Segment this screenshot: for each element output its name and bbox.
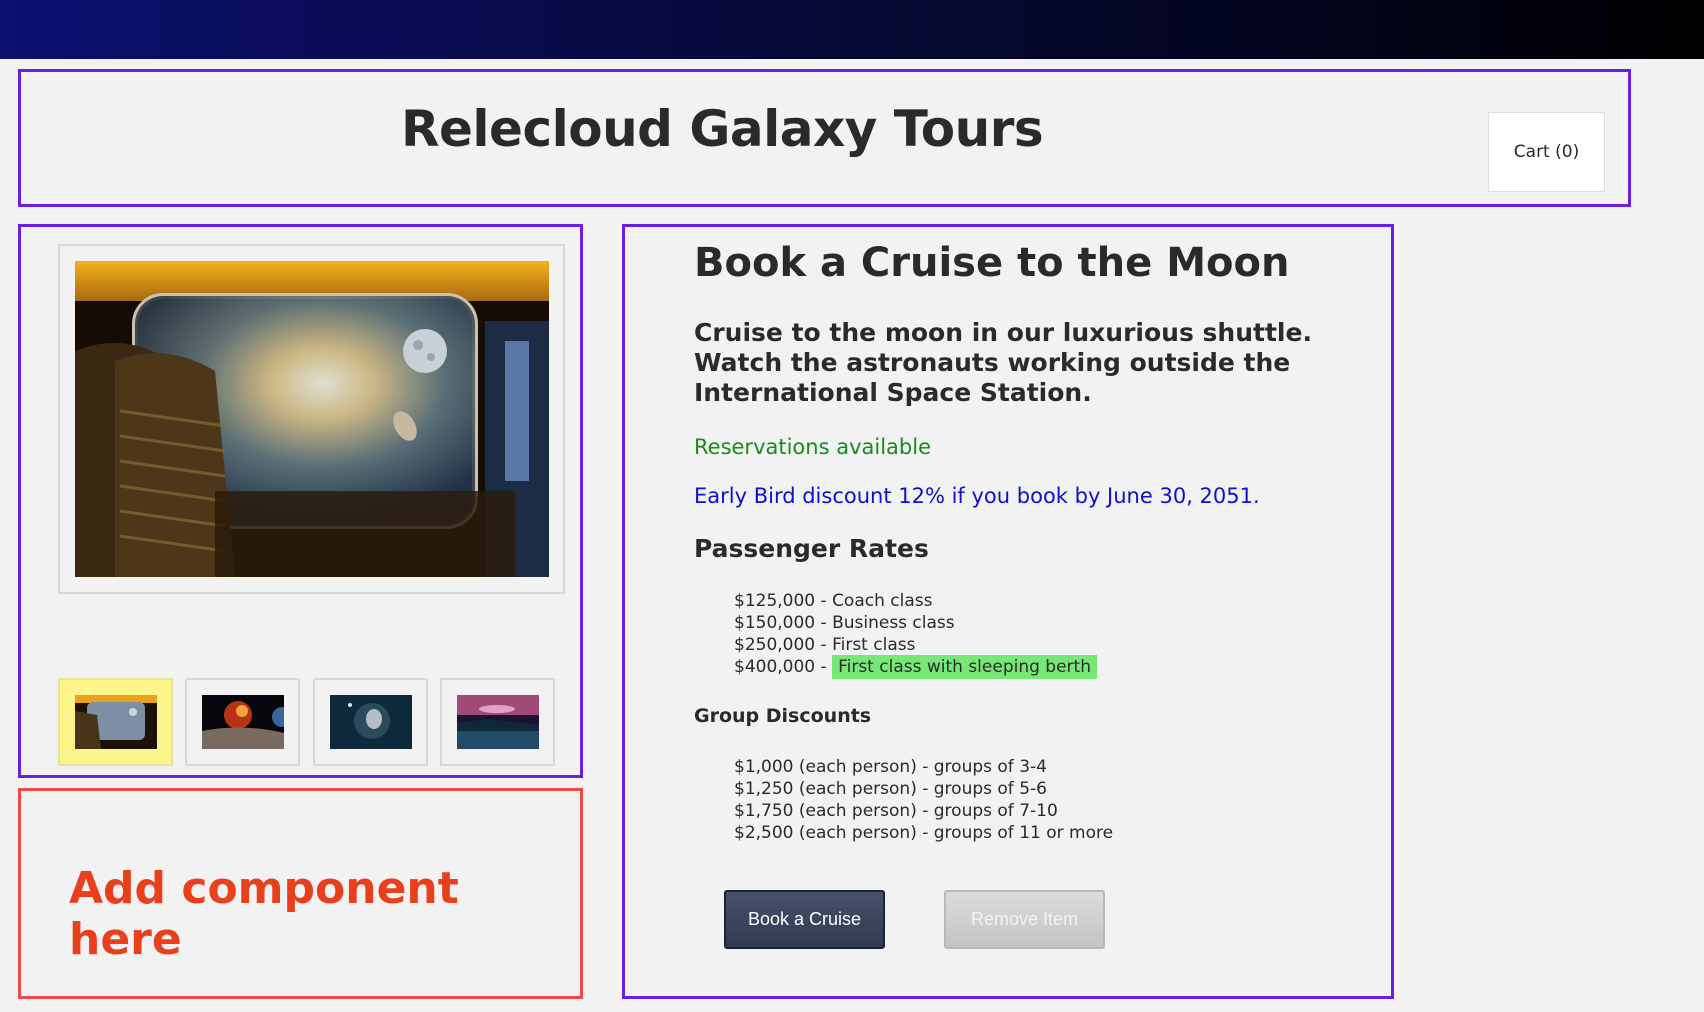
thumbnail-image	[457, 695, 539, 749]
thumbnail-4[interactable]	[440, 678, 555, 766]
book-cruise-button[interactable]: Book a Cruise	[724, 890, 885, 949]
cart-button[interactable]: Cart (0)	[1488, 112, 1605, 192]
thumbnail-image	[75, 695, 157, 749]
main-image-frame	[58, 244, 565, 594]
rate-item: $400,000 - First class with sleeping ber…	[734, 655, 1097, 679]
rate-item: $150,000 - Business class	[734, 613, 955, 633]
rate-item: $125,000 - Coach class	[734, 591, 933, 611]
placeholder-text: Add component here	[69, 863, 459, 965]
group-discount-item: $2,500 (each person) - groups of 11 or m…	[734, 823, 1114, 843]
early-bird-discount: Early Bird discount 12% if you book by J…	[694, 484, 1260, 508]
group-discounts-list: $1,000 (each person) - groups of 3-4 $1,…	[734, 756, 1113, 844]
passenger-rates-heading: Passenger Rates	[694, 534, 929, 563]
highlighted-rate: First class with sleeping berth	[832, 655, 1097, 679]
group-discount-item: $1,250 (each person) - groups of 5-6	[734, 779, 1047, 799]
top-nav-bar	[0, 0, 1704, 59]
thumbnail-image	[330, 695, 412, 749]
product-description: Cruise to the moon in our luxurious shut…	[694, 318, 1312, 407]
group-discounts-heading: Group Discounts	[694, 705, 872, 727]
remove-item-button[interactable]: Remove Item	[944, 890, 1105, 949]
site-header: Relecloud Galaxy Tours Cart (0)	[18, 69, 1631, 207]
thumbnail-1[interactable]	[58, 678, 173, 766]
image-gallery	[18, 224, 583, 778]
site-title: Relecloud Galaxy Tours	[401, 100, 1044, 158]
thumbnail-2[interactable]	[185, 678, 300, 766]
rate-item: $250,000 - First class	[734, 635, 916, 655]
thumbnail-image	[202, 695, 284, 749]
thumbnail-3[interactable]	[313, 678, 428, 766]
availability-status: Reservations available	[694, 435, 931, 459]
group-discount-item: $1,000 (each person) - groups of 3-4	[734, 757, 1047, 777]
product-title: Book a Cruise to the Moon	[694, 240, 1290, 286]
product-details: Book a Cruise to the Moon Cruise to the …	[622, 224, 1394, 999]
group-discount-item: $1,750 (each person) - groups of 7-10	[734, 801, 1058, 821]
component-placeholder: Add component here	[18, 788, 583, 999]
main-image	[75, 261, 549, 577]
passenger-rates-list: $125,000 - Coach class $150,000 - Busine…	[734, 590, 1097, 679]
